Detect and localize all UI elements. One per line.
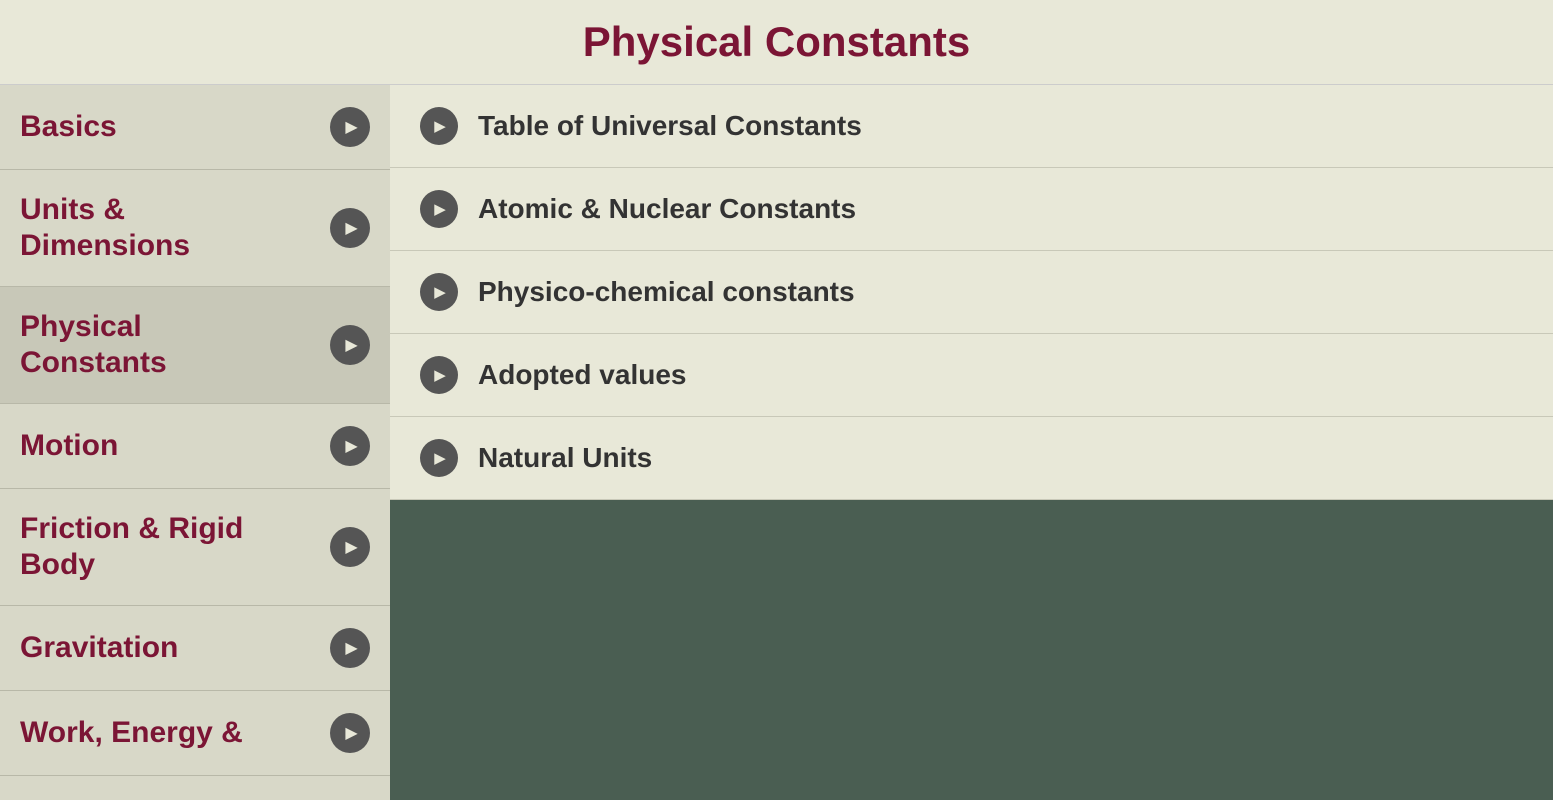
content-item-atomic-nuclear[interactable]: Atomic & Nuclear Constants [390,168,1553,251]
content-item-table-universal[interactable]: Table of Universal Constants [390,85,1553,168]
sidebar-label-work-energy: Work, Energy & [20,716,243,749]
sidebar: Basics Units &Dimensions PhysicalConstan… [0,85,390,800]
content-item-natural-units[interactable]: Natural Units [390,417,1553,500]
content-label-table-universal: Table of Universal Constants [478,110,862,142]
sidebar-label-friction-rigid-body: Friction & RigidBody [20,512,243,581]
sidebar-item-motion[interactable]: Motion [0,404,390,489]
content-item-adopted-values[interactable]: Adopted values [390,334,1553,417]
sidebar-item-work-energy[interactable]: Work, Energy & [0,691,390,776]
sidebar-label-units-dimensions: Units &Dimensions [20,193,190,262]
sidebar-item-friction-rigid-body[interactable]: Friction & RigidBody [0,489,390,606]
content-label-adopted-values: Adopted values [478,359,686,391]
content-label-atomic-nuclear: Atomic & Nuclear Constants [478,193,856,225]
content-icon-adopted-values [420,356,458,394]
sidebar-arrow-physical-constants [330,325,370,365]
sidebar-item-physical-constants[interactable]: PhysicalConstants [0,287,390,404]
sidebar-label-gravitation: Gravitation [20,631,178,664]
sidebar-arrow-motion [330,426,370,466]
sidebar-label-basics: Basics [20,110,117,143]
content-label-natural-units: Natural Units [478,442,652,474]
page-title: Physical Constants [583,18,970,65]
main-content: Basics Units &Dimensions PhysicalConstan… [0,85,1553,800]
app-header: Physical Constants [0,0,1553,85]
sidebar-arrow-units-dimensions [330,208,370,248]
sidebar-item-basics[interactable]: Basics [0,85,390,170]
content-icon-natural-units [420,439,458,477]
sidebar-label-physical-constants: PhysicalConstants [20,310,167,379]
content-icon-physico-chemical [420,273,458,311]
content-item-physico-chemical[interactable]: Physico-chemical constants [390,251,1553,334]
sidebar-arrow-friction-rigid-body [330,527,370,567]
content-panel: Table of Universal Constants Atomic & Nu… [390,85,1553,800]
content-label-physico-chemical: Physico-chemical constants [478,276,855,308]
sidebar-arrow-gravitation [330,628,370,668]
sidebar-item-gravitation[interactable]: Gravitation [0,606,390,691]
content-icon-table-universal [420,107,458,145]
sidebar-arrow-basics [330,107,370,147]
content-icon-atomic-nuclear [420,190,458,228]
content-empty-area [390,500,1553,800]
sidebar-label-motion: Motion [20,429,118,462]
sidebar-item-units-dimensions[interactable]: Units &Dimensions [0,170,390,287]
sidebar-arrow-work-energy [330,713,370,753]
